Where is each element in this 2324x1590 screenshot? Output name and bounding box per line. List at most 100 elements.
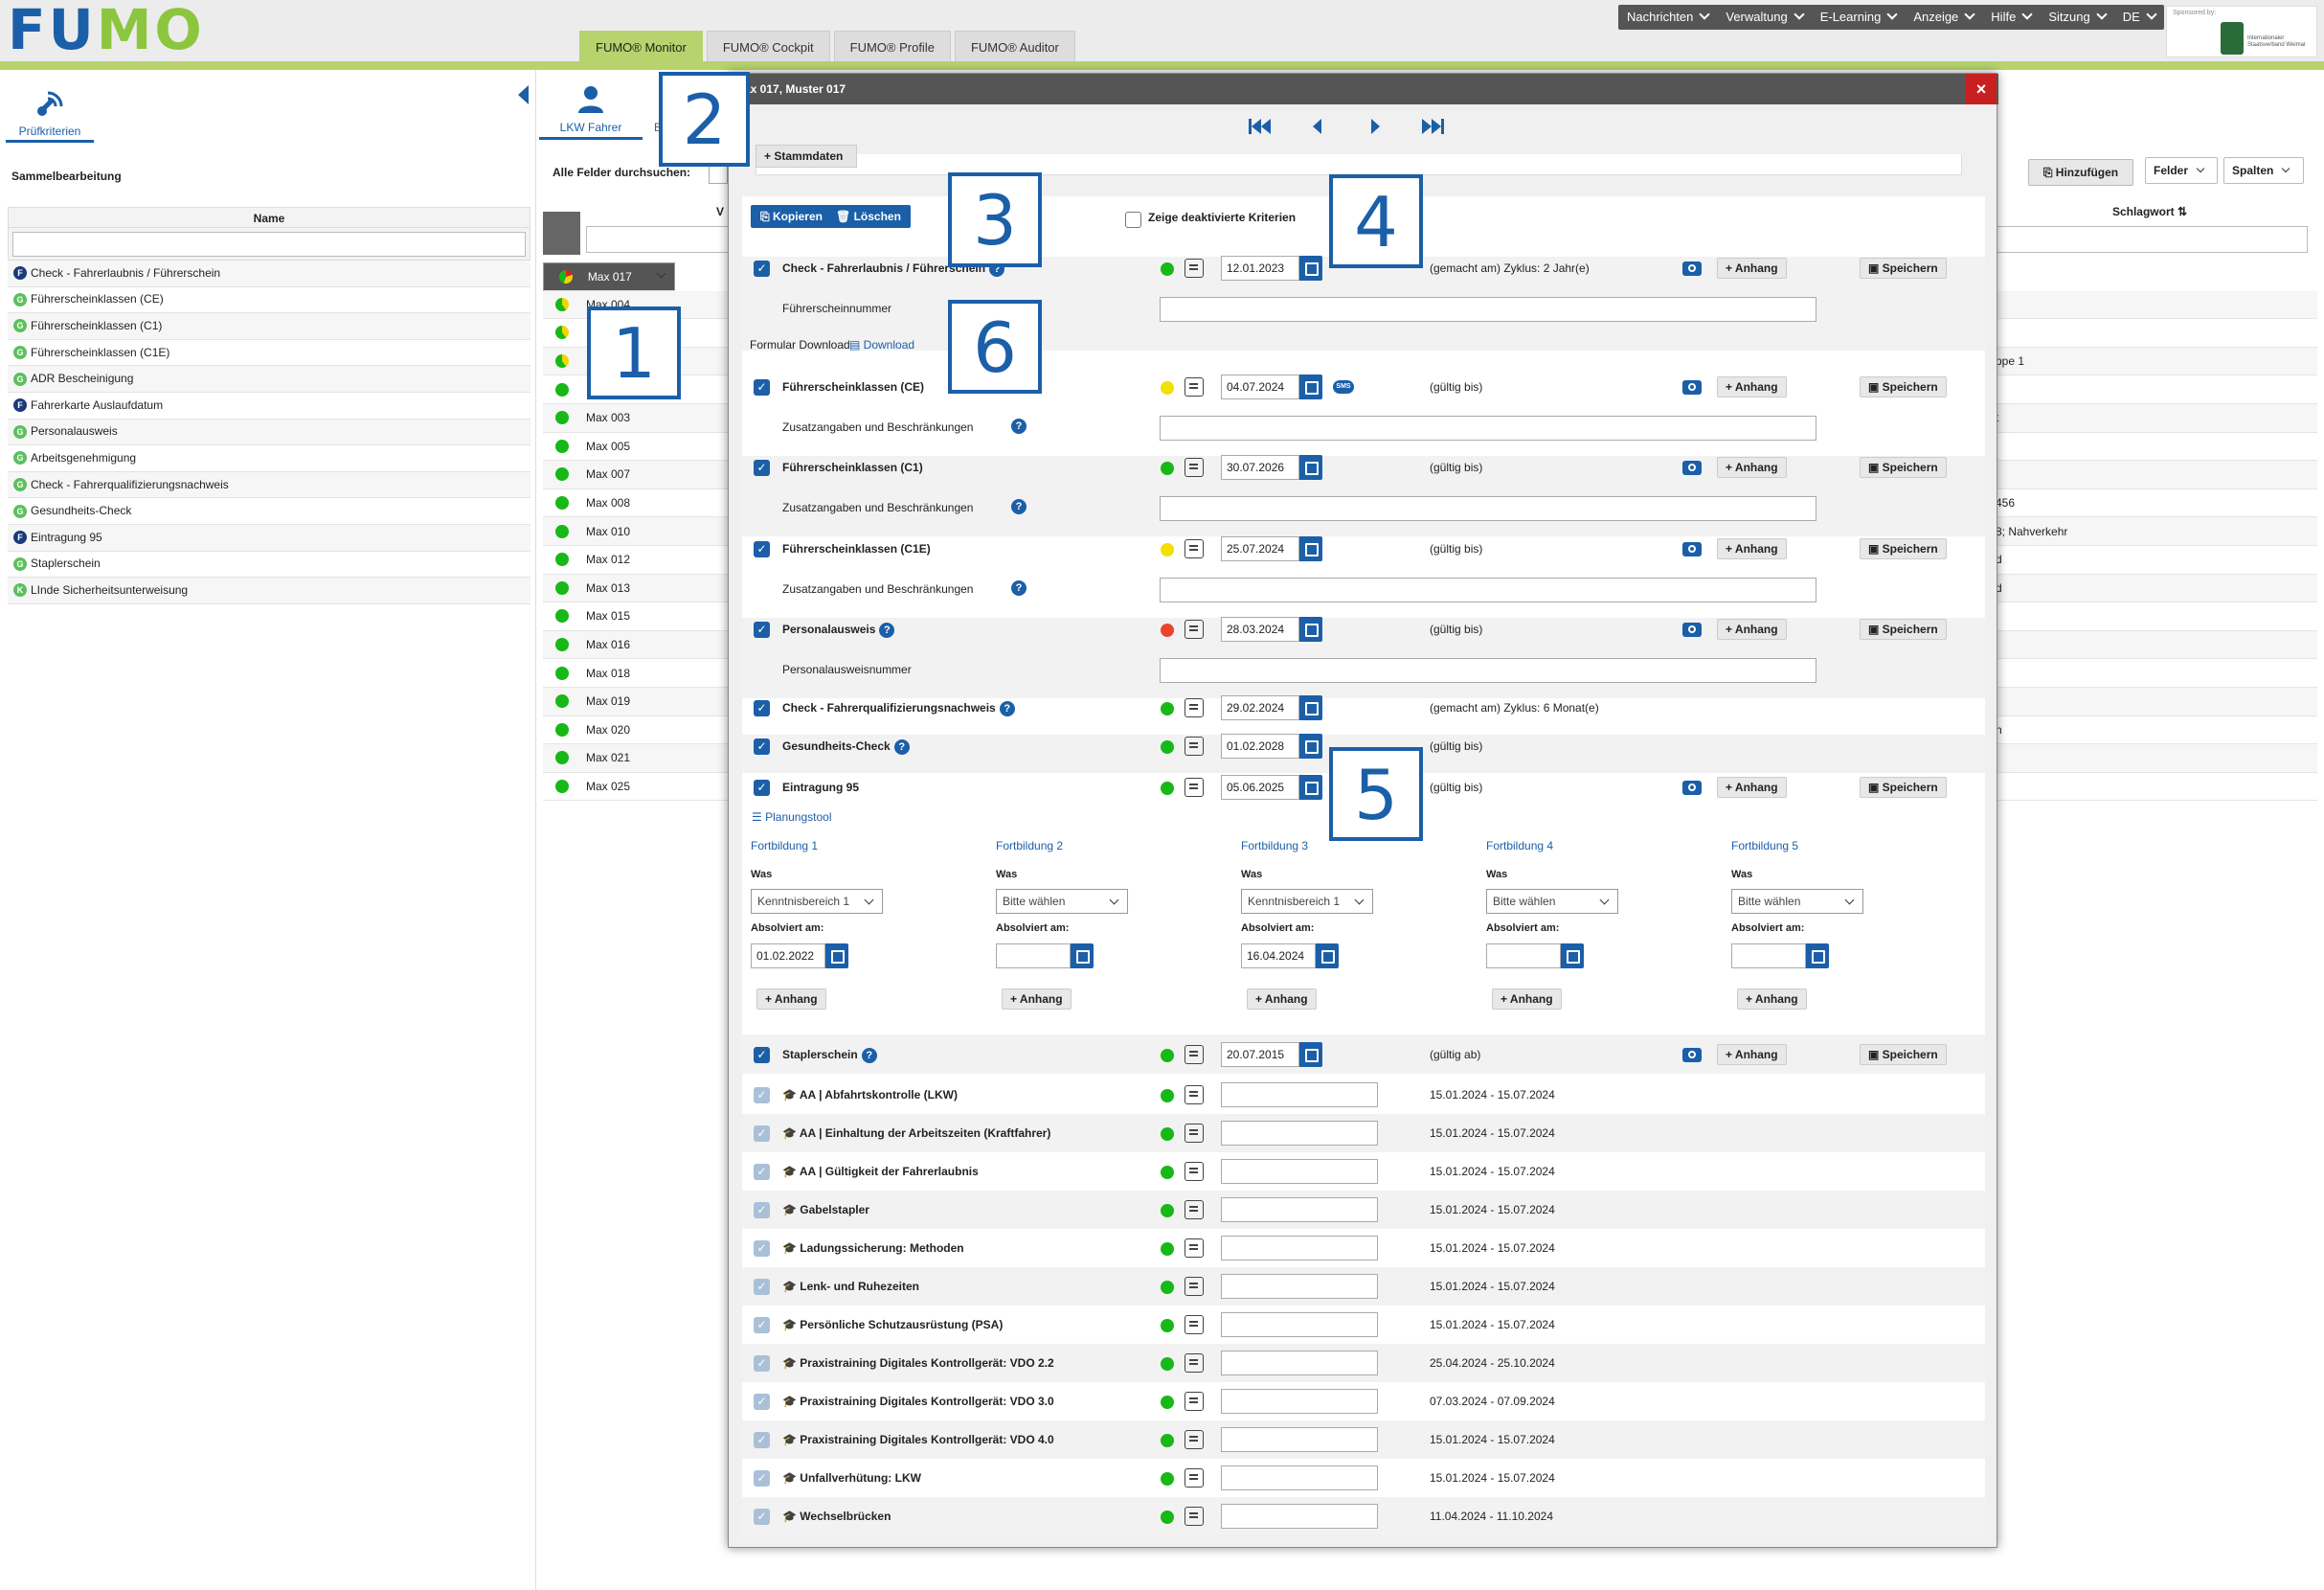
- calendar-icon[interactable]: [1299, 256, 1322, 281]
- tab-pruefkriterien[interactable]: Prüfkriterien: [6, 78, 94, 143]
- camera-icon[interactable]: [1682, 1048, 1702, 1062]
- name-filter-input[interactable]: [12, 232, 526, 257]
- top-menu-item[interactable]: Sitzung: [2040, 5, 2113, 30]
- text-input[interactable]: [1160, 297, 1816, 322]
- save-button[interactable]: ▣ Speichern: [1860, 376, 1947, 398]
- app-tab-2[interactable]: FUMO® Cockpit: [706, 31, 830, 63]
- document-icon[interactable]: [1185, 1315, 1204, 1334]
- completed-date-input[interactable]: 01.02.2022: [751, 943, 825, 968]
- attach-button[interactable]: + Anhang: [1717, 538, 1787, 559]
- camera-icon[interactable]: [1682, 623, 1702, 637]
- date-input[interactable]: 30.07.2026: [1221, 455, 1299, 480]
- criteria-checkbox[interactable]: ✓: [754, 460, 770, 476]
- was-select[interactable]: Bitte wählen: [996, 889, 1128, 914]
- training-input[interactable]: [1221, 1504, 1378, 1529]
- training-input[interactable]: [1221, 1389, 1378, 1414]
- stammdaten-button[interactable]: + Stammdaten: [756, 145, 857, 168]
- training-input[interactable]: [1221, 1082, 1378, 1107]
- training-input[interactable]: [1221, 1274, 1378, 1299]
- was-select[interactable]: Bitte wählen: [1731, 889, 1863, 914]
- document-icon[interactable]: [1185, 620, 1204, 639]
- document-icon[interactable]: [1185, 377, 1204, 397]
- attach-button[interactable]: + Anhang: [1737, 988, 1807, 1010]
- completed-date-input[interactable]: [996, 943, 1071, 968]
- document-icon[interactable]: [1185, 458, 1204, 477]
- calendar-icon[interactable]: [1299, 734, 1322, 759]
- document-icon[interactable]: [1185, 259, 1204, 278]
- document-icon[interactable]: [1185, 737, 1204, 756]
- previous-record-icon[interactable]: [1305, 116, 1330, 137]
- date-input[interactable]: 29.02.2024: [1221, 695, 1299, 720]
- completed-date-input[interactable]: 16.04.2024: [1241, 943, 1316, 968]
- close-button[interactable]: ×: [1966, 74, 1997, 104]
- attach-button[interactable]: + Anhang: [1002, 988, 1072, 1010]
- date-input[interactable]: 01.02.2028: [1221, 734, 1299, 759]
- help-icon[interactable]: ?: [1011, 419, 1027, 434]
- attach-button[interactable]: + Anhang: [1492, 988, 1562, 1010]
- help-icon[interactable]: ?: [879, 623, 895, 638]
- criteria-list-item[interactable]: G Gesundheits-Check: [8, 498, 530, 525]
- attach-button[interactable]: + Anhang: [1247, 988, 1317, 1010]
- download-link[interactable]: ▤ Download: [849, 338, 914, 352]
- top-menu-item[interactable]: Verwaltung: [1717, 5, 1811, 30]
- calendar-icon[interactable]: [1299, 1042, 1322, 1067]
- camera-icon[interactable]: [1682, 261, 1702, 276]
- was-select[interactable]: Kenntnisbereich 1: [751, 889, 883, 914]
- criteria-list-item[interactable]: G Führerscheinklassen (C1E): [8, 340, 530, 367]
- document-icon[interactable]: [1185, 1124, 1204, 1143]
- help-icon[interactable]: ?: [893, 739, 910, 755]
- save-button[interactable]: ▣ Speichern: [1860, 619, 1947, 640]
- top-menu-item[interactable]: Nachrichten: [1618, 5, 1717, 30]
- date-input[interactable]: 25.07.2024: [1221, 536, 1299, 561]
- criteria-list-item[interactable]: G Personalausweis: [8, 419, 530, 446]
- app-tab-4[interactable]: FUMO® Auditor: [954, 31, 1075, 63]
- last-record-icon[interactable]: [1420, 116, 1445, 137]
- text-input[interactable]: [1160, 658, 1816, 683]
- camera-icon[interactable]: [1682, 461, 1702, 475]
- collapse-panel-icon[interactable]: [518, 85, 529, 104]
- top-menu-item[interactable]: Hilfe: [1982, 5, 2040, 30]
- calendar-icon[interactable]: [1299, 536, 1322, 561]
- attach-button[interactable]: + Anhang: [1717, 777, 1787, 798]
- document-icon[interactable]: [1185, 1085, 1204, 1104]
- calendar-icon[interactable]: [1299, 775, 1322, 800]
- column-header-name[interactable]: Name: [8, 207, 530, 228]
- attach-button[interactable]: + Anhang: [1717, 1044, 1787, 1065]
- save-button[interactable]: ▣ Speichern: [1860, 258, 1947, 279]
- calendar-icon[interactable]: [1316, 943, 1339, 968]
- tab-lkw-fahrer[interactable]: LKW Fahrer: [539, 79, 643, 140]
- sort-icon[interactable]: [543, 212, 580, 255]
- document-icon[interactable]: [1185, 1430, 1204, 1449]
- criteria-list-item[interactable]: G Check - Fahrerqualifizierungsnachweis: [8, 471, 530, 499]
- document-icon[interactable]: [1185, 1045, 1204, 1064]
- calendar-icon[interactable]: [1299, 617, 1322, 642]
- top-menu-item[interactable]: DE: [2114, 5, 2164, 30]
- document-icon[interactable]: [1185, 1468, 1204, 1488]
- document-icon[interactable]: [1185, 1238, 1204, 1258]
- criteria-list-item[interactable]: G ADR Bescheinigung: [8, 366, 530, 393]
- show-inactive-checkbox[interactable]: [1125, 212, 1141, 228]
- app-tab-3[interactable]: FUMO® Profile: [833, 31, 951, 63]
- save-button[interactable]: ▣ Speichern: [1860, 457, 1947, 478]
- was-select[interactable]: Bitte wählen: [1486, 889, 1618, 914]
- document-icon[interactable]: [1185, 539, 1204, 558]
- table-row[interactable]: Max 017 verkher: [543, 262, 2035, 291]
- document-icon[interactable]: [1185, 778, 1204, 797]
- document-icon[interactable]: [1185, 698, 1204, 717]
- attach-button[interactable]: + Anhang: [1717, 457, 1787, 478]
- training-input[interactable]: [1221, 1351, 1378, 1375]
- completed-date-input[interactable]: [1731, 943, 1806, 968]
- criteria-list-item[interactable]: G Arbeitsgenehmigung: [8, 445, 530, 472]
- criteria-list-item[interactable]: F Eintragung 95: [8, 524, 530, 552]
- calendar-icon[interactable]: [1806, 943, 1829, 968]
- top-menu-item[interactable]: Anzeige: [1905, 5, 1982, 30]
- camera-icon[interactable]: [1682, 380, 1702, 395]
- document-icon[interactable]: [1185, 1162, 1204, 1181]
- training-input[interactable]: [1221, 1159, 1378, 1184]
- criteria-checkbox[interactable]: ✓: [754, 379, 770, 396]
- date-input[interactable]: 12.01.2023: [1221, 256, 1299, 281]
- text-input[interactable]: [1160, 416, 1816, 441]
- criteria-list-item[interactable]: F Fahrerkarte Auslaufdatum: [8, 393, 530, 420]
- columns-dropdown[interactable]: Spalten: [2223, 157, 2304, 184]
- training-input[interactable]: [1221, 1312, 1378, 1337]
